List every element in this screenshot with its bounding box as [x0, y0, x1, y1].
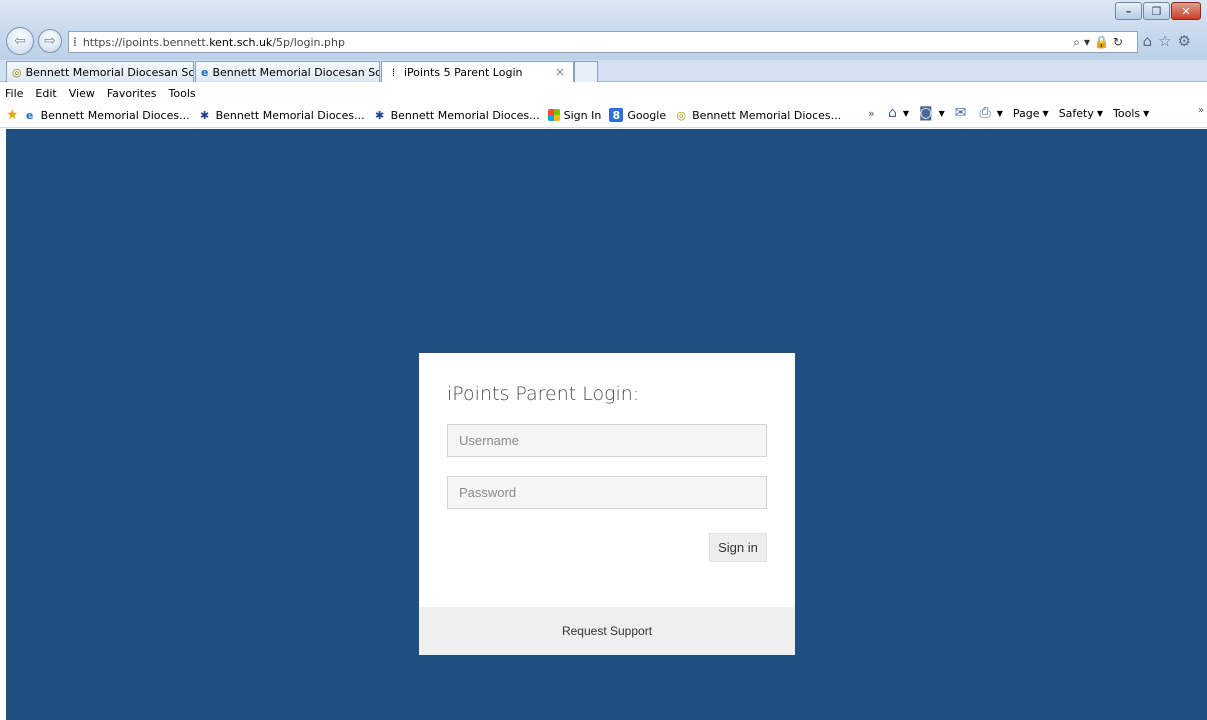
sign-in-button[interactable]: Sign in — [709, 533, 767, 562]
site-icon: ⁞ — [73, 35, 77, 49]
page-menu[interactable]: Page ▼ — [1013, 107, 1049, 120]
tab-label: Bennett Memorial Diocesan Sc... — [212, 65, 380, 79]
microsoft-icon — [547, 109, 560, 121]
url-path: /5p/login.php — [272, 35, 345, 49]
address-bar[interactable]: ⁞ https://ipoints.bennett.kent.sch.uk/5p… — [68, 31, 1138, 53]
favorite-link-3[interactable]: ✱ Bennett Memorial Dioces... — [373, 108, 540, 122]
gear-icon[interactable]: ⚙ — [1178, 32, 1197, 50]
safety-menu-label: Safety — [1058, 106, 1094, 120]
menu-view[interactable]: View — [69, 87, 95, 100]
menu-file[interactable]: File — [5, 87, 23, 100]
home-icon[interactable]: ⌂ — [1143, 32, 1159, 50]
menu-tools[interactable]: Tools — [169, 87, 196, 100]
swirl-icon: ◎ — [12, 65, 22, 79]
chevron-down-icon: ▼ — [1143, 108, 1150, 118]
favorites-bar: ★ e Bennett Memorial Dioces... ✱ Bennett M… — [0, 103, 1207, 128]
close-window-button[interactable]: ✕ — [1171, 2, 1201, 20]
favorite-label: Google — [627, 108, 667, 122]
minimize-icon: – — [1125, 4, 1132, 18]
restore-button[interactable]: ❐ — [1143, 2, 1170, 20]
chevron-down-icon: ▼ — [902, 108, 910, 118]
login-title: iPoints Parent Login: — [447, 383, 640, 405]
password-input[interactable] — [447, 476, 767, 509]
page-background: iPoints Parent Login: Sign in Request Su… — [6, 129, 1207, 720]
tab-2[interactable]: e Bennett Memorial Diocesan Sc... — [195, 61, 380, 82]
favorite-label: Bennett Memorial Dioces... — [215, 108, 365, 122]
command-bar: ⌂ ▼ ◙ ▼ ✉ ⎙ ▼ Page ▼ Safety ▼ Tools ▼ — [888, 105, 1159, 121]
ie-icon: e — [201, 65, 209, 79]
tab-label: Bennett Memorial Diocesan Sc... — [25, 65, 194, 79]
rss-feed-icon: ◙ — [919, 105, 933, 121]
mail-command[interactable]: ✉ — [955, 105, 970, 121]
close-tab-icon[interactable]: × — [555, 65, 565, 79]
home-icon: ⌂ — [888, 105, 897, 121]
page-menu-label: Page — [1012, 106, 1040, 120]
url-text: https://ipoints.bennett.kent.sch.uk/5p/l… — [83, 36, 345, 49]
forward-button[interactable]: ⇨ — [38, 29, 62, 53]
username-input[interactable] — [447, 424, 767, 457]
ie-icon: e — [25, 108, 34, 122]
login-card-footer: Request Support — [419, 607, 795, 655]
bug-icon: ✱ — [374, 108, 385, 122]
site-icon: ⁞ — [391, 65, 396, 79]
login-card: iPoints Parent Login: Sign in Request Su… — [419, 353, 795, 655]
bug-icon: ✱ — [199, 108, 210, 122]
close-icon: ✕ — [1181, 4, 1191, 18]
restore-icon: ❐ — [1151, 4, 1162, 18]
favorite-label: Bennett Memorial Dioces... — [40, 108, 190, 122]
menu-edit[interactable]: Edit — [35, 87, 56, 100]
minimize-button[interactable]: – — [1115, 2, 1142, 20]
feeds-command[interactable]: ◙ ▼ — [919, 105, 945, 121]
safety-menu[interactable]: Safety ▼ — [1059, 107, 1103, 120]
url-domain: kent.sch.uk — [209, 35, 273, 49]
favorite-link-signin[interactable]: Sign In — [547, 108, 602, 122]
tab-row: ◎ Bennett Memorial Diocesan Sc... e Benn… — [0, 60, 1207, 82]
request-support-link[interactable]: Request Support — [562, 624, 652, 638]
favorites-star-icon[interactable]: ☆ — [1158, 32, 1177, 50]
mail-icon: ✉ — [954, 105, 967, 121]
back-button[interactable]: ⇦ — [6, 27, 34, 55]
favorite-link-1[interactable]: e Bennett Memorial Dioces... — [23, 108, 190, 122]
tab-label: iPoints 5 Parent Login — [404, 65, 523, 79]
favorite-label: Bennett Memorial Dioces... — [390, 108, 540, 122]
swirl-icon: ◎ — [676, 108, 686, 122]
tab-1[interactable]: ◎ Bennett Memorial Diocesan Sc... — [6, 61, 194, 82]
browser-right-icons: ⌂☆⚙ — [1143, 32, 1197, 50]
chevron-down-icon: ▼ — [938, 108, 945, 118]
refresh-icon[interactable]: ↻ — [1113, 35, 1127, 49]
more-favorites-icon[interactable]: » — [868, 107, 875, 120]
add-favorite-star-icon[interactable]: ★ — [6, 107, 19, 123]
forward-arrow-icon: ⇨ — [44, 33, 56, 49]
chevron-down-icon: ▼ — [1042, 108, 1049, 118]
favorite-link-google[interactable]: 8 Google — [609, 108, 666, 122]
google-icon: 8 — [609, 108, 624, 122]
dropdown-caret-icon[interactable]: ▾ — [1084, 35, 1094, 49]
favorite-label: Bennett Memorial Dioces... — [692, 108, 842, 122]
lock-icon[interactable]: 🔒 — [1094, 35, 1113, 49]
chevron-down-icon: ▼ — [996, 108, 1003, 118]
chevron-down-icon: ▼ — [1096, 108, 1104, 118]
window-controls: – ❐ ✕ — [1114, 2, 1201, 20]
home-command[interactable]: ⌂ ▼ — [888, 105, 909, 121]
tab-3-active[interactable]: ⁞ iPoints 5 Parent Login × — [381, 61, 574, 82]
url-prefix: https://ipoints.bennett. — [82, 35, 210, 49]
more-commands-icon[interactable]: » — [1198, 105, 1204, 116]
favorite-label: Sign In — [563, 108, 602, 122]
favorite-link-2[interactable]: ✱ Bennett Memorial Dioces... — [198, 108, 365, 122]
search-icon[interactable]: ⌕ — [1073, 35, 1084, 49]
printer-icon: ⎙ — [979, 105, 991, 121]
menu-favorites[interactable]: Favorites — [107, 87, 157, 100]
address-tools: ⌕▾🔒↻ — [1073, 35, 1127, 50]
tools-menu-label: Tools — [1113, 106, 1141, 120]
new-tab-button[interactable] — [574, 61, 598, 82]
menu-bar: File Edit View Favorites Tools — [0, 83, 1207, 103]
back-arrow-icon: ⇦ — [14, 33, 26, 49]
tools-menu[interactable]: Tools ▼ — [1113, 107, 1149, 120]
favorite-link-6[interactable]: ◎ Bennett Memorial Dioces... — [674, 108, 841, 122]
print-command[interactable]: ⎙ ▼ — [980, 105, 1003, 121]
navigation-row: ⇦ ⇨ ⁞ https://ipoints.bennett.kent.sch.u… — [0, 27, 1207, 55]
